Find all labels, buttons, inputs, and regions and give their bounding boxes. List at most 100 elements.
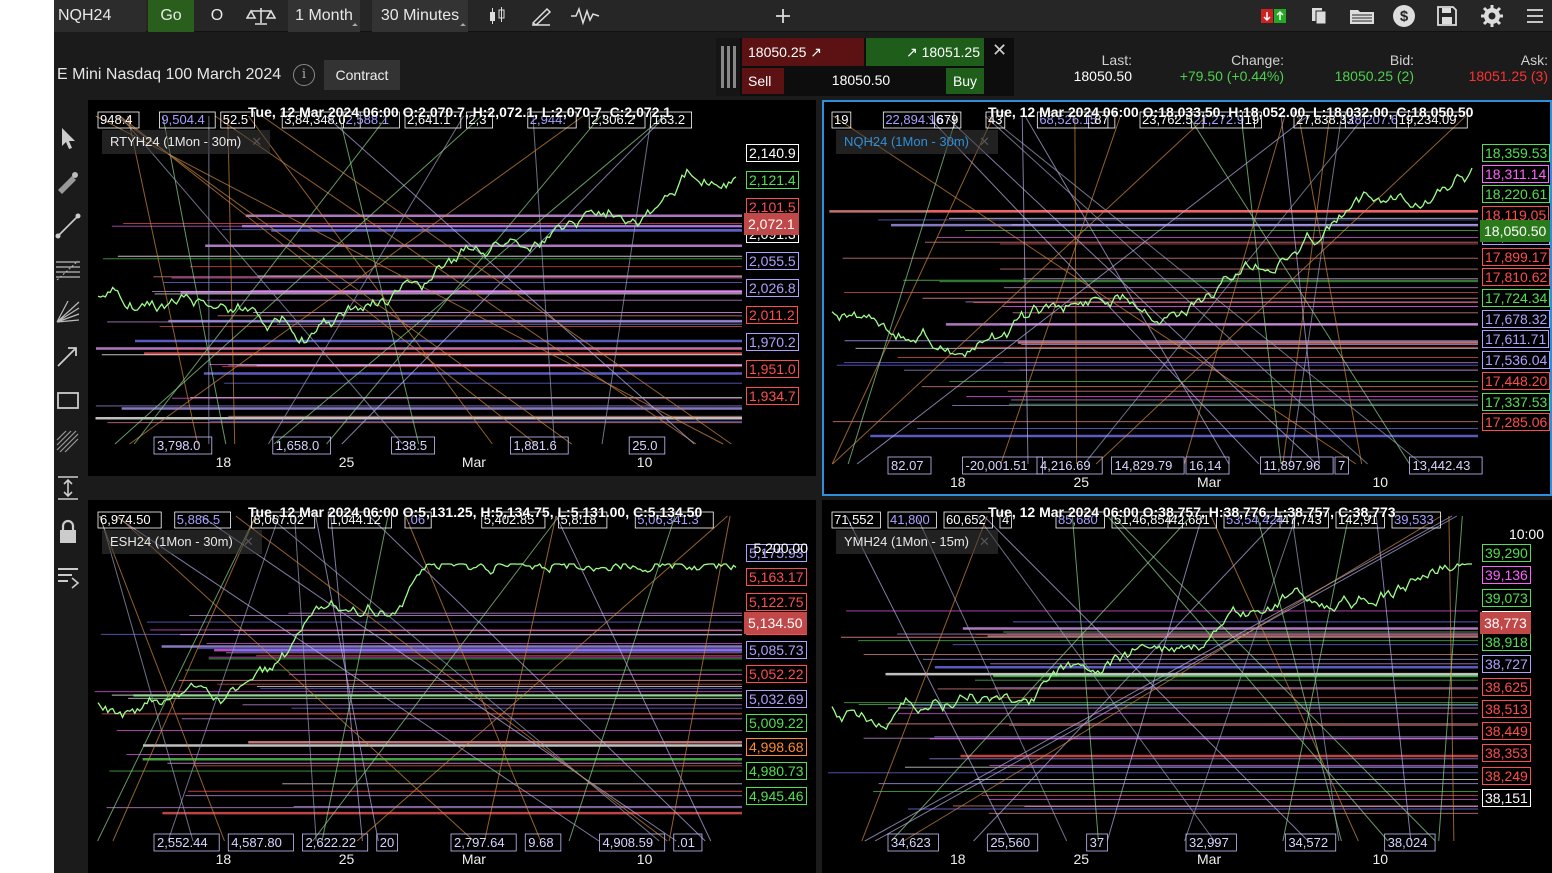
legend-close-icon[interactable]: ✕: [243, 534, 254, 549]
ask-label: Ask:: [1520, 52, 1548, 68]
dollar-icon[interactable]: $: [1392, 4, 1416, 28]
rectangle-icon[interactable]: [54, 386, 82, 414]
line-icon[interactable]: [54, 212, 82, 240]
chart-panel-ym[interactable]: 71,552 41,800 60,652 4 85,680 51,46,854 42,681…: [822, 500, 1552, 873]
svg-text:71,552: 71,552: [834, 512, 874, 527]
sell-price-button[interactable]: 18050.25 ↗: [742, 38, 864, 66]
lock-icon[interactable]: [54, 518, 82, 546]
bottom-level-label: .01: [673, 833, 703, 852]
price-axis-label: 38,151: [1482, 788, 1531, 807]
svg-text:37: 37: [1090, 835, 1104, 850]
trend-line: [555, 515, 712, 842]
save-icon[interactable]: [1436, 6, 1458, 26]
x-axis-tick: Mar: [461, 454, 486, 470]
trend-line: [1289, 115, 1343, 465]
price-axis-label: 5,009.22: [746, 713, 807, 732]
sell-button[interactable]: Sell: [742, 68, 784, 94]
o-button[interactable]: O: [202, 0, 232, 32]
trend-line: [916, 515, 1068, 842]
change-label: Change:: [1231, 52, 1284, 68]
plus-icon[interactable]: [772, 6, 794, 26]
top-level-label: 39,533: [1391, 511, 1441, 529]
chart-canvas[interactable]: 71,552 41,800 60,652 4 85,680 51,46,85442,681…: [822, 500, 1552, 873]
price-axis-label: 18,311.14: [1482, 164, 1550, 183]
series-legend[interactable]: RTYH24 (1Mon - 30m) ✕: [102, 130, 271, 154]
go-button[interactable]: Go: [148, 0, 194, 32]
legend-label: NQH24 (1Mon - 30m): [844, 134, 969, 149]
trend-line: [1280, 115, 1321, 465]
price-axis-label: 17,724.34: [1482, 289, 1551, 307]
svg-text:6,974.50: 6,974.50: [100, 512, 151, 527]
trend-line: [98, 515, 225, 842]
interval-dropdown[interactable]: 30 Minutes: [372, 0, 468, 32]
legend-close-icon[interactable]: ✕: [979, 134, 990, 149]
gann-icon[interactable]: [54, 298, 82, 326]
bottom-level-label: 4,216.69: [1036, 456, 1103, 475]
fib-icon[interactable]: [54, 256, 82, 284]
trend-line: [1106, 515, 1203, 842]
folder-icon[interactable]: [1348, 6, 1376, 26]
horizontal-levels: [828, 610, 1478, 814]
change-value: +79.50 (+0.44%): [1179, 68, 1284, 84]
price-axis-label: 38,449: [1482, 722, 1531, 740]
chart-panel-nq[interactable]: 19 22,894.16 679 43 68,526.15.87 23,762.5 21,2…: [822, 100, 1552, 496]
price-axis-label: 39,136: [1482, 566, 1531, 585]
trend-line: [832, 115, 1357, 465]
drawing-toolbar: [54, 100, 84, 873]
price-axis-label: 2,140.9: [746, 144, 799, 162]
bottom-level-label: 138.5: [391, 436, 436, 455]
drag-handle-icon[interactable]: [716, 38, 740, 96]
svg-text:39,533: 39,533: [1394, 512, 1434, 527]
close-icon[interactable]: ✕: [992, 40, 1007, 61]
price-axis-label: 5,052.22: [746, 665, 807, 684]
chart-panel-es[interactable]: 6,974.50 5,886.5 8,067.02 1,044.12.06 5,402.…: [88, 500, 816, 873]
trend-line: [1282, 515, 1350, 842]
pen-icon[interactable]: [54, 168, 82, 196]
contract-button[interactable]: Contract: [324, 60, 400, 90]
last-quote: Last: 18050.50: [1066, 52, 1132, 84]
svg-text:25.0: 25.0: [632, 438, 657, 453]
price-axis-label: 17,899.17: [1482, 247, 1551, 266]
series-legend[interactable]: NQH24 (1Mon - 30m) ✕: [836, 130, 998, 154]
copy-icon[interactable]: [1308, 6, 1330, 26]
legend-close-icon[interactable]: ✕: [979, 534, 990, 549]
trend-line: [117, 515, 475, 842]
trend-line: [874, 515, 1458, 842]
chart-canvas[interactable]: 948.4 9,504.4 52.5 3,84,348.0 2,588.1 2,641.1…: [88, 100, 816, 476]
arrow-icon[interactable]: [54, 342, 82, 370]
cursor-icon[interactable]: [54, 124, 82, 152]
menu-icon[interactable]: [1524, 6, 1546, 26]
last-price-tag: 18,050.50: [1480, 219, 1551, 242]
gear-icon[interactable]: [1480, 4, 1504, 28]
trend-line: [903, 515, 1442, 842]
svg-text:41,800: 41,800: [890, 512, 930, 527]
buy-button[interactable]: Buy: [946, 68, 984, 94]
price-axis-label: 38,513: [1482, 699, 1531, 718]
chart-panel-rty[interactable]: 948.4 9,504.4 52.5 3,84,348.0 2,588.1 2,641.1…: [88, 100, 816, 476]
draw-icon[interactable]: [530, 6, 552, 26]
hatch-icon[interactable]: [54, 428, 82, 456]
symbol-input[interactable]: NQH24: [54, 0, 146, 32]
legend-close-icon[interactable]: ✕: [251, 134, 262, 149]
measure-icon[interactable]: [54, 474, 82, 502]
period-dropdown[interactable]: 1 Month: [288, 0, 360, 32]
list-icon[interactable]: [54, 562, 82, 590]
chart-canvas[interactable]: 19 22,894.16679 43 68,526.15.87 23,762.5 21,2…: [822, 100, 1552, 496]
svg-text:.01: .01: [677, 835, 695, 850]
scale-icon[interactable]: [246, 6, 276, 26]
trend-line: [973, 515, 1281, 842]
chart-canvas[interactable]: 6,974.50 5,886.5 8,067.02 1,044.12.06 5,402.…: [88, 500, 816, 873]
series-legend[interactable]: ESH24 (1Mon - 30m) ✕: [102, 530, 262, 554]
info-icon[interactable]: i: [293, 64, 315, 86]
buy-price-button[interactable]: ↗ 18051.25: [866, 38, 984, 66]
bottom-level-label: 16,14: [1185, 456, 1230, 475]
main-toolbar: NQH24 Go O 1 Month 30 Minutes $: [54, 0, 1552, 32]
trading-app: NQH24 Go O 1 Month 30 Minutes $ E Mini N…: [54, 0, 1552, 873]
candlestick-icon[interactable]: [486, 6, 508, 26]
trend-line: [984, 115, 1368, 465]
flag-icon[interactable]: [1260, 6, 1288, 26]
series-legend[interactable]: YMH24 (1Mon - 15m) ✕: [836, 530, 998, 554]
indicator-icon[interactable]: [570, 6, 600, 26]
svg-text:14,829.79: 14,829.79: [1115, 458, 1173, 473]
legend-label: RTYH24 (1Mon - 30m): [110, 134, 242, 149]
